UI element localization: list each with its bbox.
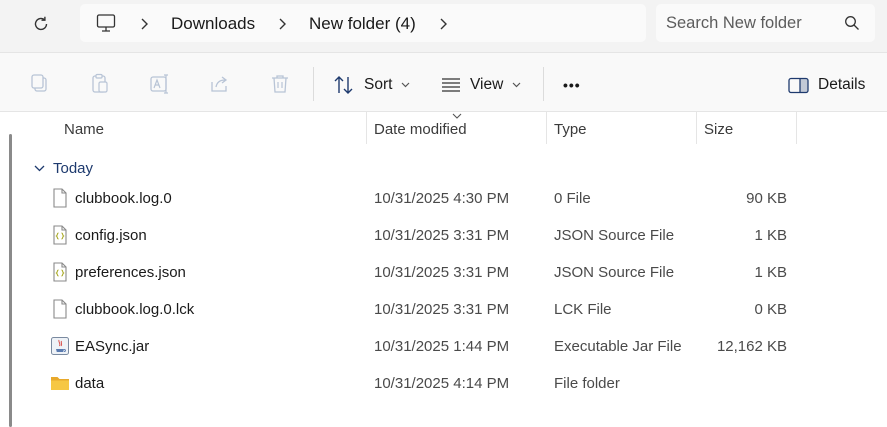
details-label: Details xyxy=(818,76,866,93)
share-icon[interactable] xyxy=(209,73,231,95)
file-row[interactable]: clubbook.log.0.lck 10/31/2025 3:31 PM LC… xyxy=(22,291,797,328)
file-size: 12,162 KB xyxy=(716,338,787,355)
search-box[interactable] xyxy=(656,4,875,42)
chevron-right-icon[interactable] xyxy=(277,17,289,31)
view-label: View xyxy=(470,76,504,93)
chevron-down-icon xyxy=(512,82,521,88)
folder-icon xyxy=(51,377,69,390)
file-size: 1 KB xyxy=(754,264,787,281)
column-divider[interactable] xyxy=(796,112,797,144)
details-button[interactable]: Details xyxy=(788,71,865,99)
file-size: 90 KB xyxy=(746,190,787,207)
file-row[interactable]: clubbook.log.0 10/31/2025 4:30 PM 0 File… xyxy=(22,180,797,217)
rename-icon[interactable] xyxy=(149,73,171,95)
file-date: 10/31/2025 4:30 PM xyxy=(374,190,510,207)
file-name: clubbook.log.0.lck xyxy=(75,301,195,318)
column-header-size[interactable]: Size xyxy=(704,121,733,138)
breadcrumb-item-downloads[interactable]: Downloads xyxy=(171,14,255,34)
file-row[interactable]: preferences.json 10/31/2025 3:31 PM JSON… xyxy=(22,254,797,291)
more-options-icon: ••• xyxy=(563,77,581,93)
column-header-type[interactable]: Type xyxy=(554,121,587,138)
refresh-icon xyxy=(34,16,48,31)
chevron-right-icon[interactable] xyxy=(139,17,151,31)
file-date: 10/31/2025 3:31 PM xyxy=(374,301,510,318)
file-type: JSON Source File xyxy=(554,264,675,281)
file-date: 10/31/2025 3:31 PM xyxy=(374,227,510,244)
toolbar-separator xyxy=(313,67,314,101)
refresh-button[interactable] xyxy=(29,12,53,36)
column-header-date[interactable]: Date modified xyxy=(374,121,467,138)
vertical-scrollbar[interactable] xyxy=(9,134,12,427)
more-options-button[interactable]: ••• xyxy=(563,71,581,99)
sort-caret-icon xyxy=(452,113,462,119)
column-divider[interactable] xyxy=(696,112,697,144)
sort-label: Sort xyxy=(364,76,393,93)
file-type: 0 File xyxy=(554,190,591,207)
file-type: Executable Jar File xyxy=(554,338,682,355)
chevron-down-icon xyxy=(34,165,45,171)
group-header-today[interactable]: Today xyxy=(34,158,93,178)
file-row[interactable]: config.json 10/31/2025 3:31 PM JSON Sour… xyxy=(22,217,797,254)
document-icon xyxy=(53,299,67,319)
file-name: clubbook.log.0 xyxy=(75,190,172,207)
file-name: data xyxy=(75,375,105,392)
address-bar-row: Downloads New folder (4) xyxy=(0,0,887,50)
file-row[interactable]: data 10/31/2025 4:14 PM File folder xyxy=(22,365,797,402)
file-name: config.json xyxy=(75,227,147,244)
file-date: 10/31/2025 3:31 PM xyxy=(374,264,510,281)
paste-icon[interactable] xyxy=(89,73,111,95)
delete-icon[interactable] xyxy=(269,73,291,95)
java-jar-icon xyxy=(51,337,69,355)
group-label: Today xyxy=(53,159,94,177)
search-input[interactable] xyxy=(666,12,836,34)
column-divider[interactable] xyxy=(366,112,367,144)
chevron-down-icon xyxy=(402,82,410,88)
file-type: JSON Source File xyxy=(554,227,675,244)
column-header-row: Name Date modified Type Size xyxy=(0,112,887,144)
view-list-icon xyxy=(442,78,460,92)
file-name: EASync.jar xyxy=(75,338,150,355)
sort-icon xyxy=(334,76,353,94)
sort-button[interactable]: Sort xyxy=(333,71,419,99)
column-header-name[interactable]: Name xyxy=(64,121,104,138)
column-divider[interactable] xyxy=(546,112,547,144)
details-pane-icon xyxy=(788,77,809,93)
search-icon[interactable] xyxy=(844,15,860,31)
file-name: preferences.json xyxy=(75,264,186,281)
view-button[interactable]: View xyxy=(441,71,530,99)
file-type: LCK File xyxy=(554,301,612,318)
json-file-icon xyxy=(53,225,67,245)
json-file-icon xyxy=(53,262,67,282)
file-size: 1 KB xyxy=(754,227,787,244)
computer-icon[interactable] xyxy=(96,13,116,33)
file-date: 10/31/2025 4:14 PM xyxy=(374,375,510,392)
breadcrumb-item-current-folder[interactable]: New folder (4) xyxy=(309,14,416,34)
toolbar-separator xyxy=(543,67,544,101)
file-row[interactable]: EASync.jar 10/31/2025 1:44 PM Executable… xyxy=(22,328,797,365)
file-list: Name Date modified Type Size Today clubb… xyxy=(0,112,887,427)
copy-icon[interactable] xyxy=(29,73,51,95)
file-type: File folder xyxy=(554,375,620,392)
command-bar: Sort View ••• Details xyxy=(0,52,887,112)
chevron-right-icon[interactable] xyxy=(438,17,450,31)
document-icon xyxy=(53,188,67,208)
file-size: 0 KB xyxy=(754,301,787,318)
breadcrumb[interactable]: Downloads New folder (4) xyxy=(80,4,646,42)
file-date: 10/31/2025 1:44 PM xyxy=(374,338,510,355)
